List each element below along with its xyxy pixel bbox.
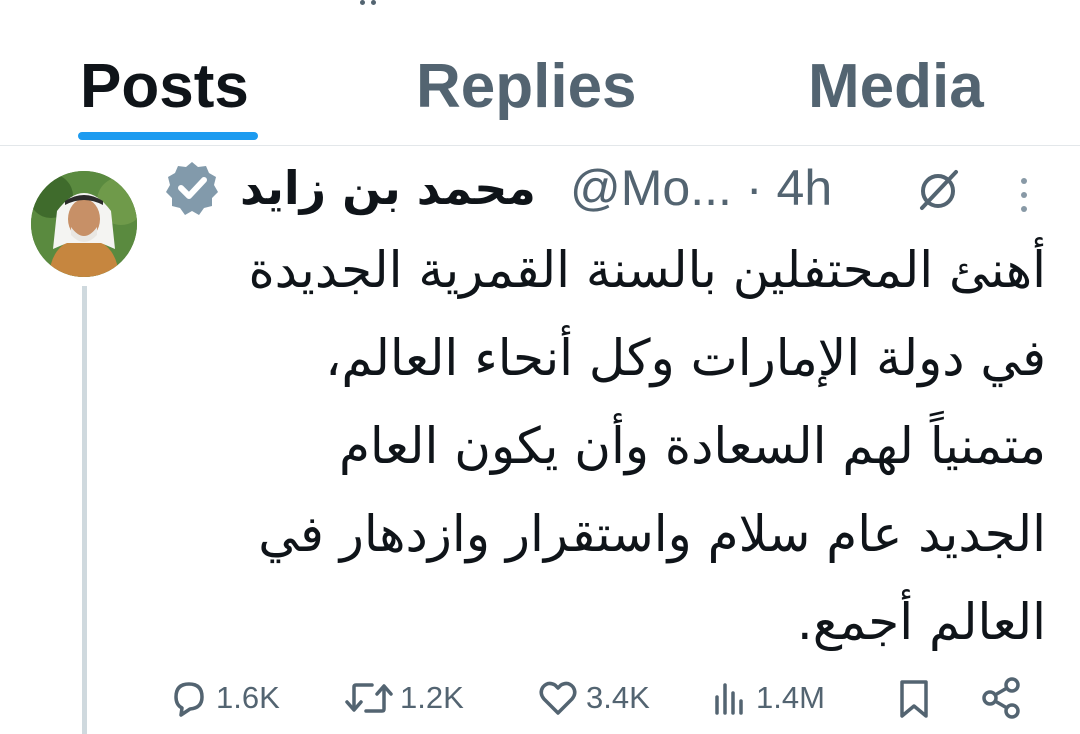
post-text-line: الجديد عام سلام واستقرار وازدهار في xyxy=(258,505,1046,563)
post-text-line: العالم أجمع. xyxy=(796,593,1046,651)
tab-replies[interactable]: Replies xyxy=(416,52,637,132)
thread-line xyxy=(82,286,87,734)
post-text: أهنئ المحتفلين بالسنة القمرية الجديدة في… xyxy=(160,226,1046,666)
tab-posts[interactable]: Posts xyxy=(80,52,249,132)
post-text-line: متمنياً لهم السعادة وأن يكون العام xyxy=(338,417,1046,475)
replies-restricted-icon xyxy=(920,170,958,210)
analytics-icon xyxy=(715,683,743,715)
verified-badge-icon xyxy=(166,162,218,215)
view-count: 1.4M xyxy=(756,680,825,715)
profile-tabs: Posts Replies Media xyxy=(0,28,1080,146)
tab-media[interactable]: Media xyxy=(808,52,984,132)
share-button[interactable] xyxy=(980,668,1024,728)
reply-icon xyxy=(174,682,204,717)
post-actions: 1.6K 1.2K 3.4K 1.4M xyxy=(160,668,1040,728)
heart-icon xyxy=(539,681,577,715)
author-name[interactable]: محمد بن زايد xyxy=(240,158,536,218)
separator-dot: · xyxy=(745,160,763,216)
post-text-line: أهنئ المحتفلين بالسنة القمرية الجديدة xyxy=(248,241,1046,299)
author-handle[interactable]: @Mo... xyxy=(570,160,732,216)
like-button[interactable]: 3.4K xyxy=(536,668,650,728)
more-options-icon[interactable] xyxy=(1016,176,1032,216)
reply-button[interactable]: 1.6K xyxy=(168,668,280,728)
repost-button[interactable]: 1.2K xyxy=(344,668,464,728)
bookmark-button[interactable] xyxy=(894,668,934,728)
status-dots-icon xyxy=(358,0,382,12)
bookmark-icon xyxy=(900,680,928,718)
active-tab-indicator xyxy=(78,132,258,140)
share-icon xyxy=(982,677,1020,719)
avatar[interactable] xyxy=(31,171,137,277)
profile-feed: Posts Replies Media محمد بن زايد @Mo... ·… xyxy=(0,0,1080,734)
like-count: 3.4K xyxy=(586,680,650,715)
post-text-line: في دولة الإمارات وكل أنحاء العالم، xyxy=(325,329,1046,387)
reply-count: 1.6K xyxy=(216,680,280,715)
views-button[interactable]: 1.4M xyxy=(710,668,825,728)
repost-icon xyxy=(345,683,393,713)
handle-time: @Mo... · 4h xyxy=(570,156,832,216)
repost-count: 1.2K xyxy=(400,680,464,715)
post-time[interactable]: 4h xyxy=(777,160,833,216)
